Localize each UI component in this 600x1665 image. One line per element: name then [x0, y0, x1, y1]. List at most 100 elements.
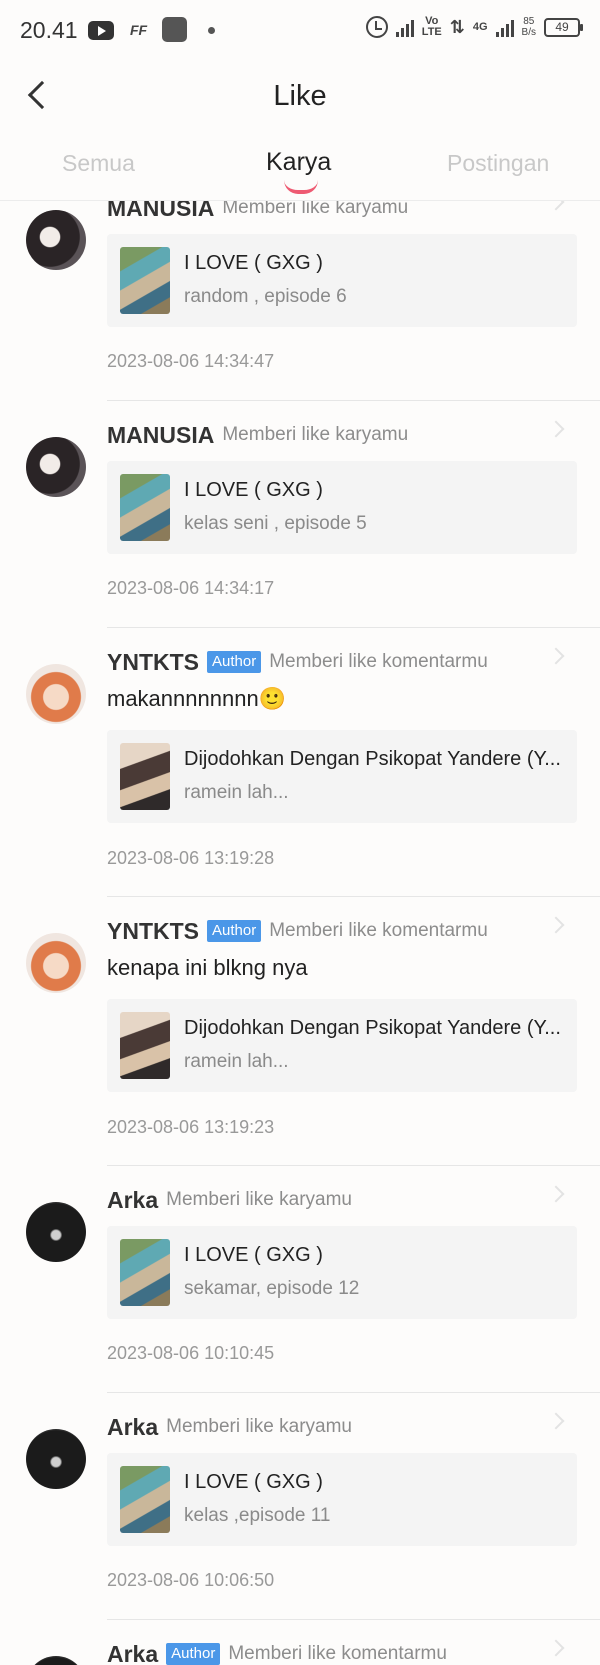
cover-thumbnail	[120, 743, 170, 810]
ff-icon: FF	[130, 22, 148, 38]
action-text: Memberi like komentarmu	[228, 1643, 447, 1664]
avatar[interactable]	[26, 1429, 86, 1489]
chevron-right-icon[interactable]	[547, 647, 565, 665]
divider	[107, 627, 600, 628]
list-item[interactable]: Arka Memberi like karyamu I LOVE ( GXG )…	[0, 1411, 600, 1637]
action-text: Memberi like komentarmu	[269, 920, 488, 941]
comment-text: kenapa ini blkng nya	[107, 955, 308, 980]
cover-thumbnail	[120, 1466, 170, 1533]
signal-icon	[395, 17, 414, 37]
list-item[interactable]: YNTKTS Author Memberi like komentarmu ma…	[0, 646, 600, 914]
item-header: YNTKTS Author Memberi like komentarmu	[107, 646, 488, 678]
list-item[interactable]: YNTKTS Author Memberi like komentarmu ke…	[0, 915, 600, 1183]
list-item[interactable]: Arka Memberi like karyamu I LOVE ( GXG )…	[0, 1184, 600, 1410]
user-name[interactable]: Arka	[107, 1414, 158, 1441]
avatar[interactable]	[26, 1656, 86, 1665]
action-text: Memberi like karyamu	[222, 424, 409, 445]
chevron-right-icon[interactable]	[547, 1412, 565, 1430]
chevron-right-icon[interactable]	[547, 1185, 565, 1203]
avatar[interactable]	[26, 1202, 86, 1262]
avatar[interactable]	[26, 437, 86, 497]
item-header: Arka Author Memberi like komentarmu	[107, 1638, 447, 1665]
user-name[interactable]: Arka	[107, 1641, 158, 1665]
card-subtitle: ramein lah...	[184, 1051, 289, 1072]
timestamp: 2023-08-06 10:10:45	[107, 1343, 275, 1363]
timestamp: 2023-08-06 14:34:47	[107, 351, 275, 371]
youtube-icon	[88, 21, 114, 40]
like-list[interactable]: MANUSIA Memberi like karyamu I LOVE ( GX…	[0, 201, 600, 1665]
author-badge: Author	[166, 1643, 221, 1665]
user-name[interactable]: YNTKTS	[107, 918, 199, 945]
action-text: Memberi like karyamu	[166, 1416, 352, 1437]
divider	[107, 1392, 600, 1393]
list-item[interactable]: MANUSIA Memberi like karyamu I LOVE ( GX…	[0, 419, 600, 645]
divider	[107, 1619, 600, 1620]
card-subtitle: kelas seni , episode 5	[184, 513, 367, 534]
card-title: I LOVE ( GXG )	[184, 479, 323, 501]
item-header: MANUSIA Memberi like karyamu	[107, 201, 408, 224]
work-card[interactable]: I LOVE ( GXG ) sekamar, episode 12	[107, 1226, 577, 1319]
card-subtitle: random , episode 6	[184, 286, 347, 307]
item-header: MANUSIA Memberi like karyamu	[107, 419, 408, 451]
divider	[107, 896, 600, 897]
timestamp: 2023-08-06 10:06:50	[107, 1570, 275, 1590]
status-time: 20.41	[20, 17, 78, 43]
volte-label: Vo LTE	[421, 15, 442, 38]
avatar[interactable]	[26, 664, 86, 724]
status-bar: 20.41 FF Vo LTE ⇅ 4G 85 B/s 49	[0, 0, 600, 60]
avatar[interactable]	[26, 933, 86, 993]
tab-karya[interactable]: Karya	[266, 148, 331, 177]
work-card[interactable]: I LOVE ( GXG ) random , episode 6	[107, 234, 577, 327]
chevron-right-icon[interactable]	[547, 201, 565, 211]
list-item[interactable]: MANUSIA Memberi like karyamu I LOVE ( GX…	[0, 201, 600, 418]
card-subtitle: ramein lah...	[184, 782, 289, 803]
status-right: Vo LTE ⇅ 4G 85 B/s 49	[365, 15, 583, 38]
action-text: Memberi like komentarmu	[269, 651, 488, 672]
divider	[107, 1165, 600, 1166]
item-header: Arka Memberi like karyamu	[107, 1411, 352, 1443]
battery-icon: 49	[544, 17, 583, 37]
timestamp: 2023-08-06 13:19:23	[107, 1117, 275, 1137]
card-title: Dijodohkan Dengan Psikopat Yandere (Y...	[184, 1017, 561, 1039]
user-name[interactable]: YNTKTS	[107, 649, 199, 676]
cover-thumbnail	[120, 474, 170, 541]
author-badge: Author	[207, 920, 262, 942]
tab-postingan[interactable]: Postingan	[447, 150, 549, 177]
work-card[interactable]: Dijodohkan Dengan Psikopat Yandere (Y...…	[107, 730, 577, 823]
card-subtitle: kelas ,episode 11	[184, 1505, 331, 1526]
user-name[interactable]: MANUSIA	[107, 201, 214, 222]
avatar[interactable]	[26, 210, 86, 270]
card-title: I LOVE ( GXG )	[184, 252, 323, 274]
item-header: Arka Memberi like karyamu	[107, 1184, 352, 1216]
dot-icon	[208, 27, 215, 34]
chevron-right-icon[interactable]	[547, 1639, 565, 1657]
active-tab-indicator	[284, 180, 318, 194]
page-title: Like	[273, 80, 327, 112]
comment-text: makannnnnnnn🙂	[107, 686, 287, 711]
card-title: I LOVE ( GXG )	[184, 1244, 323, 1266]
chevron-right-icon[interactable]	[547, 916, 565, 934]
work-card[interactable]: Dijodohkan Dengan Psikopat Yandere (Y...…	[107, 999, 577, 1092]
action-text: Memberi like karyamu	[222, 201, 409, 218]
user-name[interactable]: MANUSIA	[107, 422, 214, 449]
card-title: I LOVE ( GXG )	[184, 1471, 323, 1493]
tab-bar: Semua Karya Postingan	[0, 135, 600, 201]
data-transfer-icon: ⇅	[449, 16, 465, 37]
user-name[interactable]: Arka	[107, 1187, 158, 1214]
cover-thumbnail	[120, 1012, 170, 1079]
cover-thumbnail	[120, 1239, 170, 1306]
net-speed: 85 B/s	[521, 16, 536, 38]
cover-thumbnail	[120, 247, 170, 314]
timestamp: 2023-08-06 14:34:17	[107, 578, 275, 598]
divider	[107, 400, 600, 401]
tab-semua[interactable]: Semua	[62, 150, 135, 177]
timestamp: 2023-08-06 13:19:28	[107, 848, 275, 868]
chevron-right-icon[interactable]	[547, 420, 565, 438]
list-item[interactable]: Arka Author Memberi like komentarmu	[0, 1638, 600, 1665]
work-card[interactable]: I LOVE ( GXG ) kelas seni , episode 5	[107, 461, 577, 554]
work-card[interactable]: I LOVE ( GXG ) kelas ,episode 11	[107, 1453, 577, 1546]
card-title: Dijodohkan Dengan Psikopat Yandere (Y...	[184, 748, 561, 770]
4g-label: 4G	[472, 20, 488, 33]
action-text: Memberi like karyamu	[166, 1189, 352, 1210]
alarm-icon	[365, 16, 388, 38]
